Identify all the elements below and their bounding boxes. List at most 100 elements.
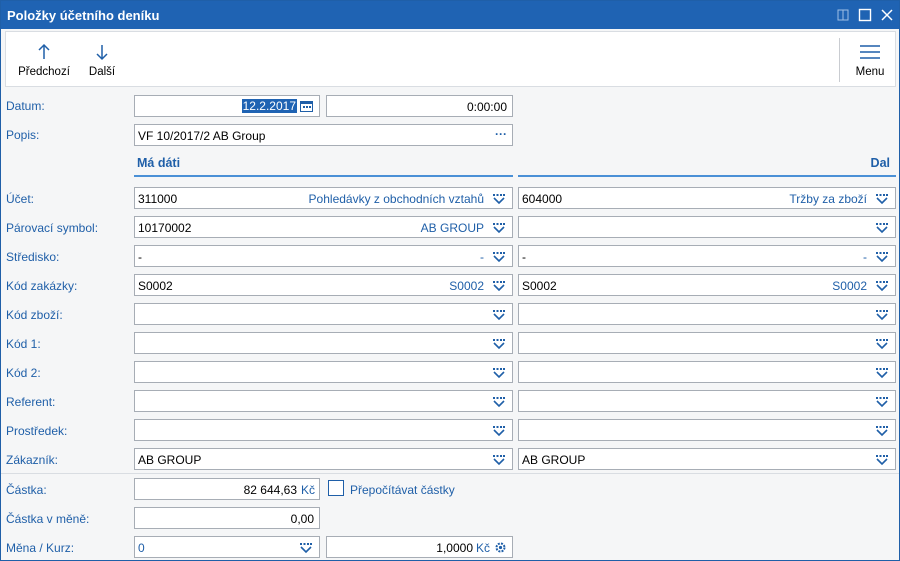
amount-value: 82 644,63 [243,483,297,497]
code2-credit-field[interactable] [518,361,896,383]
cost-center-credit-name: - [863,250,867,264]
maximize-icon[interactable] [857,7,873,23]
dropdown-icon[interactable] [492,222,506,234]
dropdown-icon[interactable] [875,338,889,350]
rate-currency: Kč [475,541,490,555]
account-credit-value: 604000 [522,192,563,206]
dropdown-icon[interactable] [492,280,506,292]
credit-column-header: Dal [870,156,890,170]
dropdown-icon[interactable] [875,454,889,466]
calendar-icon[interactable] [300,100,314,112]
time-field[interactable]: 0:00:00 [326,95,513,117]
order-code-label: Kód zakázky: [6,279,78,293]
amount-currency: Kč [300,483,315,497]
dropdown-icon[interactable] [875,425,889,437]
dropdown-icon[interactable] [492,454,506,466]
arrow-down-icon [78,42,126,62]
gear-icon[interactable] [494,541,508,553]
goods-code-debit-field[interactable] [134,303,513,325]
resource-debit-field[interactable] [134,419,513,441]
dropdown-icon[interactable] [875,222,889,234]
account-credit-name: Tržby za zboží [789,192,867,206]
order-code-credit-field[interactable]: S0002 S0002 [518,274,896,296]
currency-value: 0 [138,541,145,555]
account-debit-name: Pohledávky z obchodních vztahů [308,192,484,206]
dropdown-icon[interactable] [875,396,889,408]
description-value: VF 10/2017/2 AB Group [138,129,266,143]
recalculate-label[interactable]: Přepočítávat částky [350,483,455,497]
amount-field[interactable]: 82 644,63 Kč [134,478,320,500]
close-icon[interactable] [879,7,895,23]
time-value: 0:00:00 [466,100,507,114]
account-debit-field[interactable]: 311000 Pohledávky z obchodních vztahů [134,187,513,209]
more-button[interactable]: ··· [495,127,507,141]
account-debit-value: 311000 [138,192,178,206]
currency-field[interactable]: 0 [134,536,320,558]
dropdown-icon[interactable] [299,542,313,554]
debit-column-header: Má dáti [137,156,181,170]
credit-column-underline [518,175,896,177]
restore-icon[interactable] [835,7,851,23]
dropdown-icon[interactable] [492,367,506,379]
pairing-symbol-label: Párovací symbol: [6,221,99,235]
window-title: Položky účetního deníku [7,8,160,23]
recalculate-checkbox[interactable] [328,480,344,496]
next-button[interactable]: Další [78,32,126,86]
order-code-debit-field[interactable]: S0002 S0002 [134,274,513,296]
customer-debit-field[interactable]: AB GROUP [134,448,513,470]
hamburger-icon [846,42,894,62]
previous-button[interactable]: Předchozí [14,32,74,86]
code2-debit-field[interactable] [134,361,513,383]
cost-center-debit-value: - [138,250,142,264]
description-label: Popis: [6,128,40,142]
cost-center-credit-field[interactable]: - - [518,245,896,267]
goods-code-credit-field[interactable] [518,303,896,325]
customer-debit-value: AB GROUP [138,453,202,467]
order-code-credit-name: S0002 [832,279,867,293]
account-label: Účet: [6,192,35,206]
code1-debit-field[interactable] [134,332,513,354]
resource-label: Prostředek: [6,424,68,438]
next-label: Další [88,66,116,78]
dropdown-icon[interactable] [492,309,506,321]
referent-debit-field[interactable] [134,390,513,412]
customer-credit-value: AB GROUP [522,453,586,467]
dropdown-icon[interactable] [492,193,506,205]
cost-center-credit-value: - [522,250,526,264]
dropdown-icon[interactable] [875,367,889,379]
cost-center-debit-field[interactable]: - - [134,245,513,267]
foreign-amount-field[interactable]: 0,00 [134,507,320,529]
code1-label: Kód 1: [6,337,41,351]
pairing-debit-value: 10170002 [138,221,192,235]
code2-label: Kód 2: [6,366,41,380]
customer-credit-field[interactable]: AB GROUP [518,448,896,470]
amount-label: Částka: [6,483,47,497]
code1-credit-field[interactable] [518,332,896,354]
order-code-debit-name: S0002 [449,279,484,293]
pairing-credit-field[interactable] [518,216,896,238]
menu-label: Menu [855,66,885,78]
cost-center-label: Středisko: [6,250,60,264]
dropdown-icon[interactable] [492,396,506,408]
resource-credit-field[interactable] [518,419,896,441]
dropdown-icon[interactable] [875,193,889,205]
pairing-debit-field[interactable]: 10170002 AB GROUP [134,216,513,238]
foreign-amount-label: Částka v měně: [6,512,90,526]
rate-value: 1,0000 [436,541,473,555]
date-value: 12.2.2017 [241,99,297,113]
dropdown-icon[interactable] [875,309,889,321]
dropdown-icon[interactable] [492,338,506,350]
rate-field[interactable]: 1,0000 Kč [326,536,513,558]
section-divider [1,473,899,474]
dropdown-icon[interactable] [492,425,506,437]
description-field[interactable]: VF 10/2017/2 AB Group ··· [134,124,513,146]
dropdown-icon[interactable] [492,251,506,263]
date-field[interactable]: 12.2.2017 [134,95,320,117]
referent-credit-field[interactable] [518,390,896,412]
account-credit-field[interactable]: 604000 Tržby za zboží [518,187,896,209]
order-code-debit-value: S0002 [138,279,173,293]
dropdown-icon[interactable] [875,280,889,292]
menu-button[interactable]: Menu [846,32,894,86]
dropdown-icon[interactable] [875,251,889,263]
arrow-up-icon [14,42,74,62]
